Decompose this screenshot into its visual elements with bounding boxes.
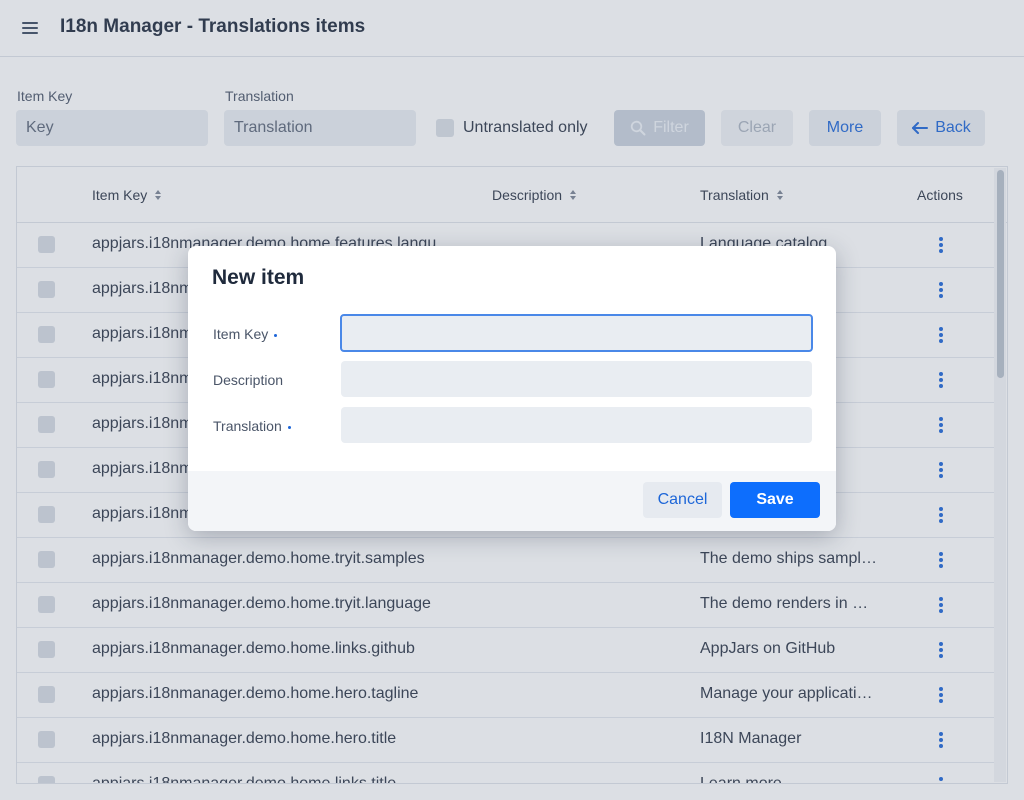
translation-form-input[interactable] (341, 407, 812, 443)
new-item-dialog: New item Item Key Description Translatio… (188, 246, 836, 531)
app-window: I18n Manager - Translations items Item K… (0, 0, 1024, 800)
dialog-footer: Cancel Save (188, 471, 836, 531)
item-key-form-label: Item Key (213, 326, 278, 342)
description-form-input[interactable] (341, 361, 812, 397)
required-indicator (287, 425, 291, 429)
translation-form-label: Translation (213, 418, 291, 434)
cancel-button[interactable]: Cancel (643, 482, 722, 518)
translation-label-text: Translation (213, 418, 282, 434)
required-indicator (274, 333, 278, 337)
save-button[interactable]: Save (730, 482, 820, 518)
item-key-label-text: Item Key (213, 326, 269, 342)
description-form-label: Description (213, 372, 284, 388)
item-key-form-input[interactable] (340, 314, 813, 352)
dialog-title: New item (212, 266, 305, 289)
